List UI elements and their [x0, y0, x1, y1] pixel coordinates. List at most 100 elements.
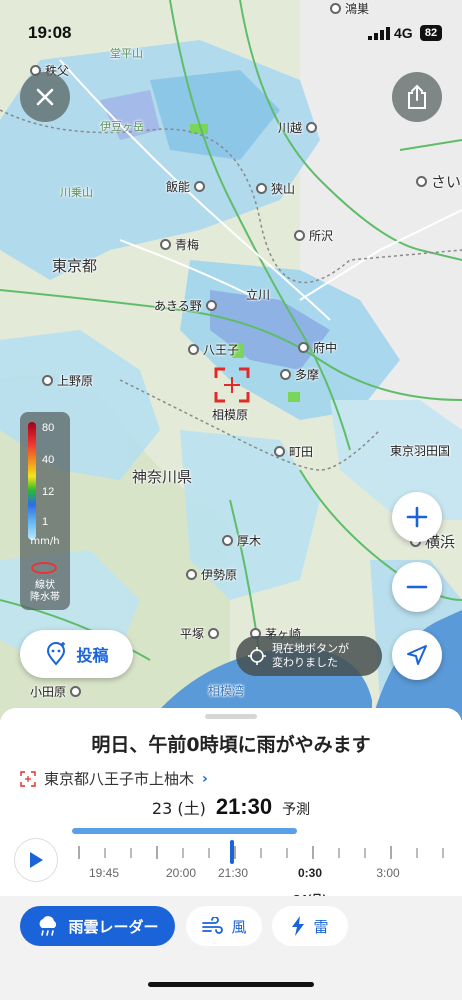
forecast-time: 23 (土) 21:30 予測	[0, 794, 462, 820]
timeline-tick	[104, 848, 106, 858]
zoom-in-button[interactable]	[392, 492, 442, 542]
tab-lightning-label: 雷	[313, 917, 329, 936]
timeline-tick	[156, 846, 158, 859]
city-hachioji: 八王子	[188, 341, 239, 358]
timeline-tick	[208, 848, 210, 858]
home-indicator[interactable]	[148, 982, 314, 987]
forecast-headline: 明日、午前0時頃に雨がやみます	[91, 734, 371, 756]
rainband-icon	[31, 562, 57, 574]
play-button[interactable]	[14, 838, 58, 882]
timeline-tick	[312, 846, 314, 859]
timeline-cursor[interactable]	[230, 840, 234, 864]
city-ome: 青梅	[160, 236, 199, 253]
location-arrow-icon	[407, 645, 427, 665]
city-sayama: 狭山	[256, 180, 295, 197]
timeline-tick	[338, 848, 340, 858]
timeline-label-2130: 21:30	[217, 866, 249, 880]
post-pin-icon	[47, 642, 66, 666]
city-konosu: 鴻巣	[330, 0, 369, 17]
city-saitama: さい	[416, 171, 461, 192]
lightning-icon	[292, 916, 305, 936]
timeline-tick	[442, 848, 444, 858]
location-target-small-icon	[20, 770, 36, 787]
forecast-clock: 21:30	[215, 794, 273, 819]
timeline-tick	[390, 846, 392, 859]
close-button[interactable]	[20, 72, 70, 122]
legend-value-12: 12	[42, 486, 55, 498]
city-tokorozawa: 所沢	[294, 227, 333, 244]
play-icon	[30, 852, 43, 868]
wind-icon	[202, 917, 224, 934]
forecast-type-label: 予測	[282, 802, 311, 818]
sea-sagami-bay: 相模湾	[208, 684, 245, 698]
region-kanagawa: 神奈川県	[132, 468, 193, 486]
crosshair-icon	[248, 647, 266, 665]
post-button[interactable]: 投稿	[20, 630, 133, 678]
legend-value-1: 1	[42, 516, 49, 528]
close-icon	[36, 88, 54, 106]
tab-rain-radar-label: 雨雲レーダー	[68, 917, 159, 936]
share-icon	[408, 84, 426, 109]
city-fuchu: 府中	[298, 339, 337, 356]
timeline-label-1945: 19:45	[88, 866, 120, 880]
legend-rainband-label: 線状 降水帯	[30, 580, 60, 603]
share-button[interactable]	[392, 72, 442, 122]
city-kawagoe: 川越	[278, 119, 318, 136]
city-akiruno: あきる野	[154, 297, 217, 314]
tab-rain-radar[interactable]: 雨雲レーダー	[20, 906, 175, 946]
signal-icon	[368, 27, 390, 40]
city-sagamihara: 相模原	[212, 408, 249, 422]
city-odawara: 小田原	[30, 683, 82, 700]
sheet-grabber[interactable]	[205, 714, 257, 719]
city-hanno: 飯能	[166, 178, 206, 195]
timeline-tick	[182, 848, 184, 858]
status-bar: 19:08 4G 82	[0, 18, 462, 48]
legend-value-80: 80	[42, 422, 55, 434]
timeline-label-0030: 0:30	[297, 866, 323, 880]
legend-unit: mm/h	[30, 536, 60, 547]
legend-color-bar	[28, 422, 36, 540]
forecast-date: 23 (土)	[151, 799, 206, 818]
map-base-layer	[0, 0, 462, 720]
tab-wind-label: 風	[231, 917, 247, 936]
timeline-label-0300: 3:00	[376, 866, 400, 880]
city-isehara: 伊勢原	[186, 566, 237, 583]
battery-icon: 82	[420, 25, 442, 41]
tab-lightning[interactable]: 雷	[272, 906, 348, 946]
timeline-tick	[234, 846, 236, 859]
timeline-slider[interactable]: 19:45 20:00 21:30 0:30 3:00 24(日)	[70, 826, 462, 906]
rain-radar-map[interactable]: 鴻巣 秩父 川越 飯能 狭山 さい 青梅 所沢 立川 あきる野 八王子 府中 上…	[0, 0, 462, 720]
location-selector[interactable]: 東京都八王子市上柚木 ›	[20, 768, 208, 789]
minus-icon	[406, 585, 428, 589]
city-hiratsuka: 平塚	[180, 625, 220, 642]
tab-wind[interactable]: 風	[186, 906, 262, 946]
timeline-label-2000: 20:00	[165, 866, 197, 880]
toast-text: 現在地ボタンが 変わりました	[272, 642, 349, 669]
timeline-tick	[78, 846, 80, 859]
timeline-tick	[130, 848, 132, 858]
region-tokyo: 東京都	[52, 257, 98, 275]
timeline-tick	[364, 848, 366, 858]
layer-tab-bar: 雨雲レーダー 風 雷	[0, 896, 462, 1000]
city-machida: 町田	[274, 443, 313, 460]
zoom-out-button[interactable]	[392, 562, 442, 612]
forecast-sheet[interactable]: 明日、午前0時頃に雨がやみます 東京都八王子市上柚木 › 23 (土) 21:3…	[0, 708, 462, 1000]
precipitation-legend[interactable]: 80 40 12 1 mm/h 線状 降水帯	[20, 412, 70, 610]
location-target-icon	[214, 367, 250, 403]
city-uenohara: 上野原	[42, 372, 93, 389]
chevron-right-icon: ›	[202, 770, 208, 787]
airport-haneda: 東京羽田国	[390, 444, 451, 458]
status-time: 19:08	[28, 23, 72, 42]
park-kawanori: 川乗山	[60, 186, 93, 199]
location-name: 東京都八王子市上柚木	[44, 770, 195, 788]
city-atsugi: 厚木	[222, 532, 261, 549]
timeline-tick	[260, 848, 262, 858]
city-tama: 多摩	[280, 366, 319, 383]
timeline-tick	[416, 848, 418, 858]
timeline-observed-bar	[72, 828, 298, 834]
current-location-button[interactable]	[392, 630, 442, 680]
timeline-tick	[286, 848, 288, 858]
legend-value-40: 40	[42, 454, 55, 466]
plus-icon	[406, 506, 428, 528]
rain-cloud-icon	[40, 916, 57, 936]
